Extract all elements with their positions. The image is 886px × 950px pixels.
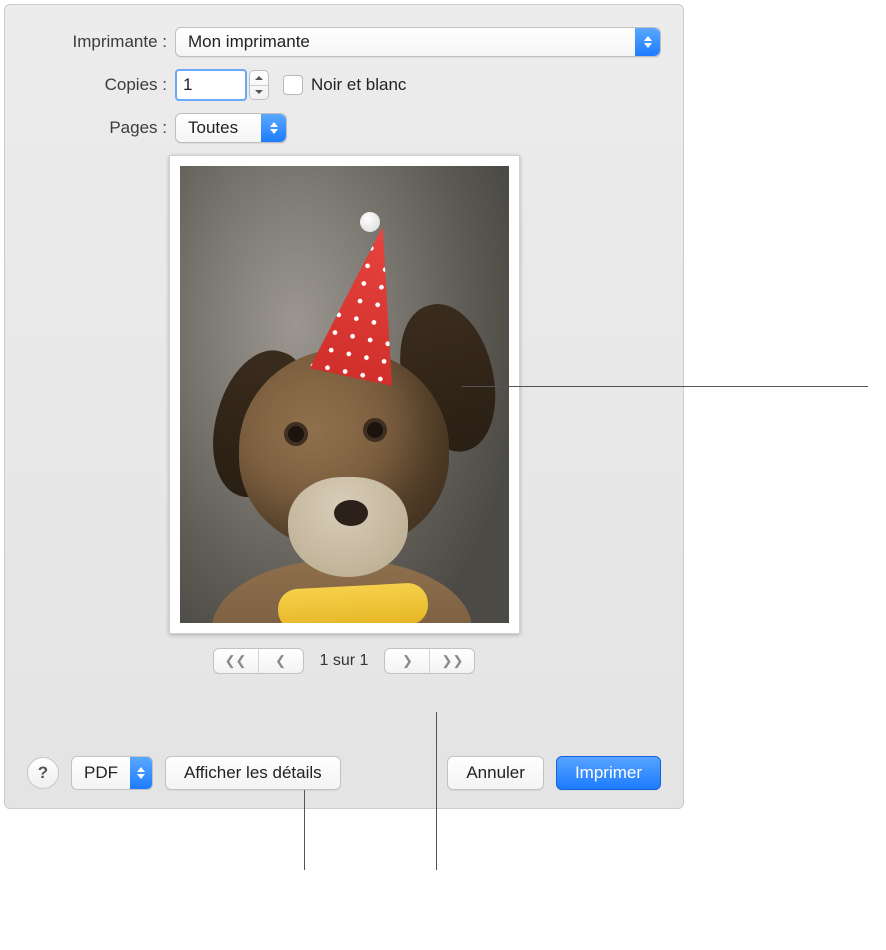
printer-row: Imprimante : Mon imprimante [27,27,661,57]
pdf-menu-button[interactable]: PDF [71,756,153,790]
copies-input[interactable]: 1 [175,69,247,101]
page-nav: ❮❮ ❮ 1 sur 1 ❯ ❯❯ [213,648,476,674]
chevron-double-left-icon: ❮❮ [225,653,247,669]
chevron-double-right-icon: ❯❯ [442,653,464,669]
dialog-buttons: ? PDF Afficher les détails Annuler Impri… [27,756,661,790]
help-button[interactable]: ? [27,757,59,789]
copies-row: Copies : 1 Noir et blanc [27,69,661,101]
callout-line [436,712,437,870]
show-details-label: Afficher les détails [184,763,322,783]
printer-label: Imprimante : [27,32,175,52]
pdf-label: PDF [72,757,130,789]
updown-icon [635,28,660,56]
bw-checkbox[interactable] [283,75,303,95]
preview-image [180,166,509,623]
bw-label: Noir et blanc [311,75,406,95]
callout-line [304,790,305,870]
first-page-button[interactable]: ❮❮ [214,649,258,673]
page-counter: 1 sur 1 [320,652,369,670]
callout-line [462,386,868,387]
copies-value: 1 [183,75,192,95]
pages-select[interactable]: Toutes [175,113,287,143]
preview-page [169,155,520,634]
printer-selected-value: Mon imprimante [176,28,322,56]
print-dialog: Imprimante : Mon imprimante Copies : 1 N… [4,4,684,809]
stepper-down-icon[interactable] [250,85,268,100]
print-label: Imprimer [575,763,642,783]
pages-row: Pages : Toutes [27,113,661,143]
show-details-button[interactable]: Afficher les détails [165,756,341,790]
prev-page-button[interactable]: ❮ [258,649,303,673]
chevron-left-icon: ❮ [275,653,286,669]
copies-label: Copies : [27,75,175,95]
print-button[interactable]: Imprimer [556,756,661,790]
nav-back-group: ❮❮ ❮ [213,648,304,674]
chevron-right-icon: ❯ [402,653,413,669]
help-icon: ? [38,763,48,783]
cancel-label: Annuler [466,763,525,783]
updown-icon [261,114,286,142]
updown-icon [130,757,152,789]
printer-select[interactable]: Mon imprimante [175,27,661,57]
pages-label: Pages : [27,118,175,138]
copies-stepper[interactable] [249,70,269,100]
pages-selected-value: Toutes [176,114,250,142]
nav-forward-group: ❯ ❯❯ [384,648,475,674]
cancel-button[interactable]: Annuler [447,756,544,790]
print-preview: ❮❮ ❮ 1 sur 1 ❯ ❯❯ [27,155,661,674]
next-page-button[interactable]: ❯ [385,649,429,673]
last-page-button[interactable]: ❯❯ [429,649,474,673]
stepper-up-icon[interactable] [250,71,268,85]
